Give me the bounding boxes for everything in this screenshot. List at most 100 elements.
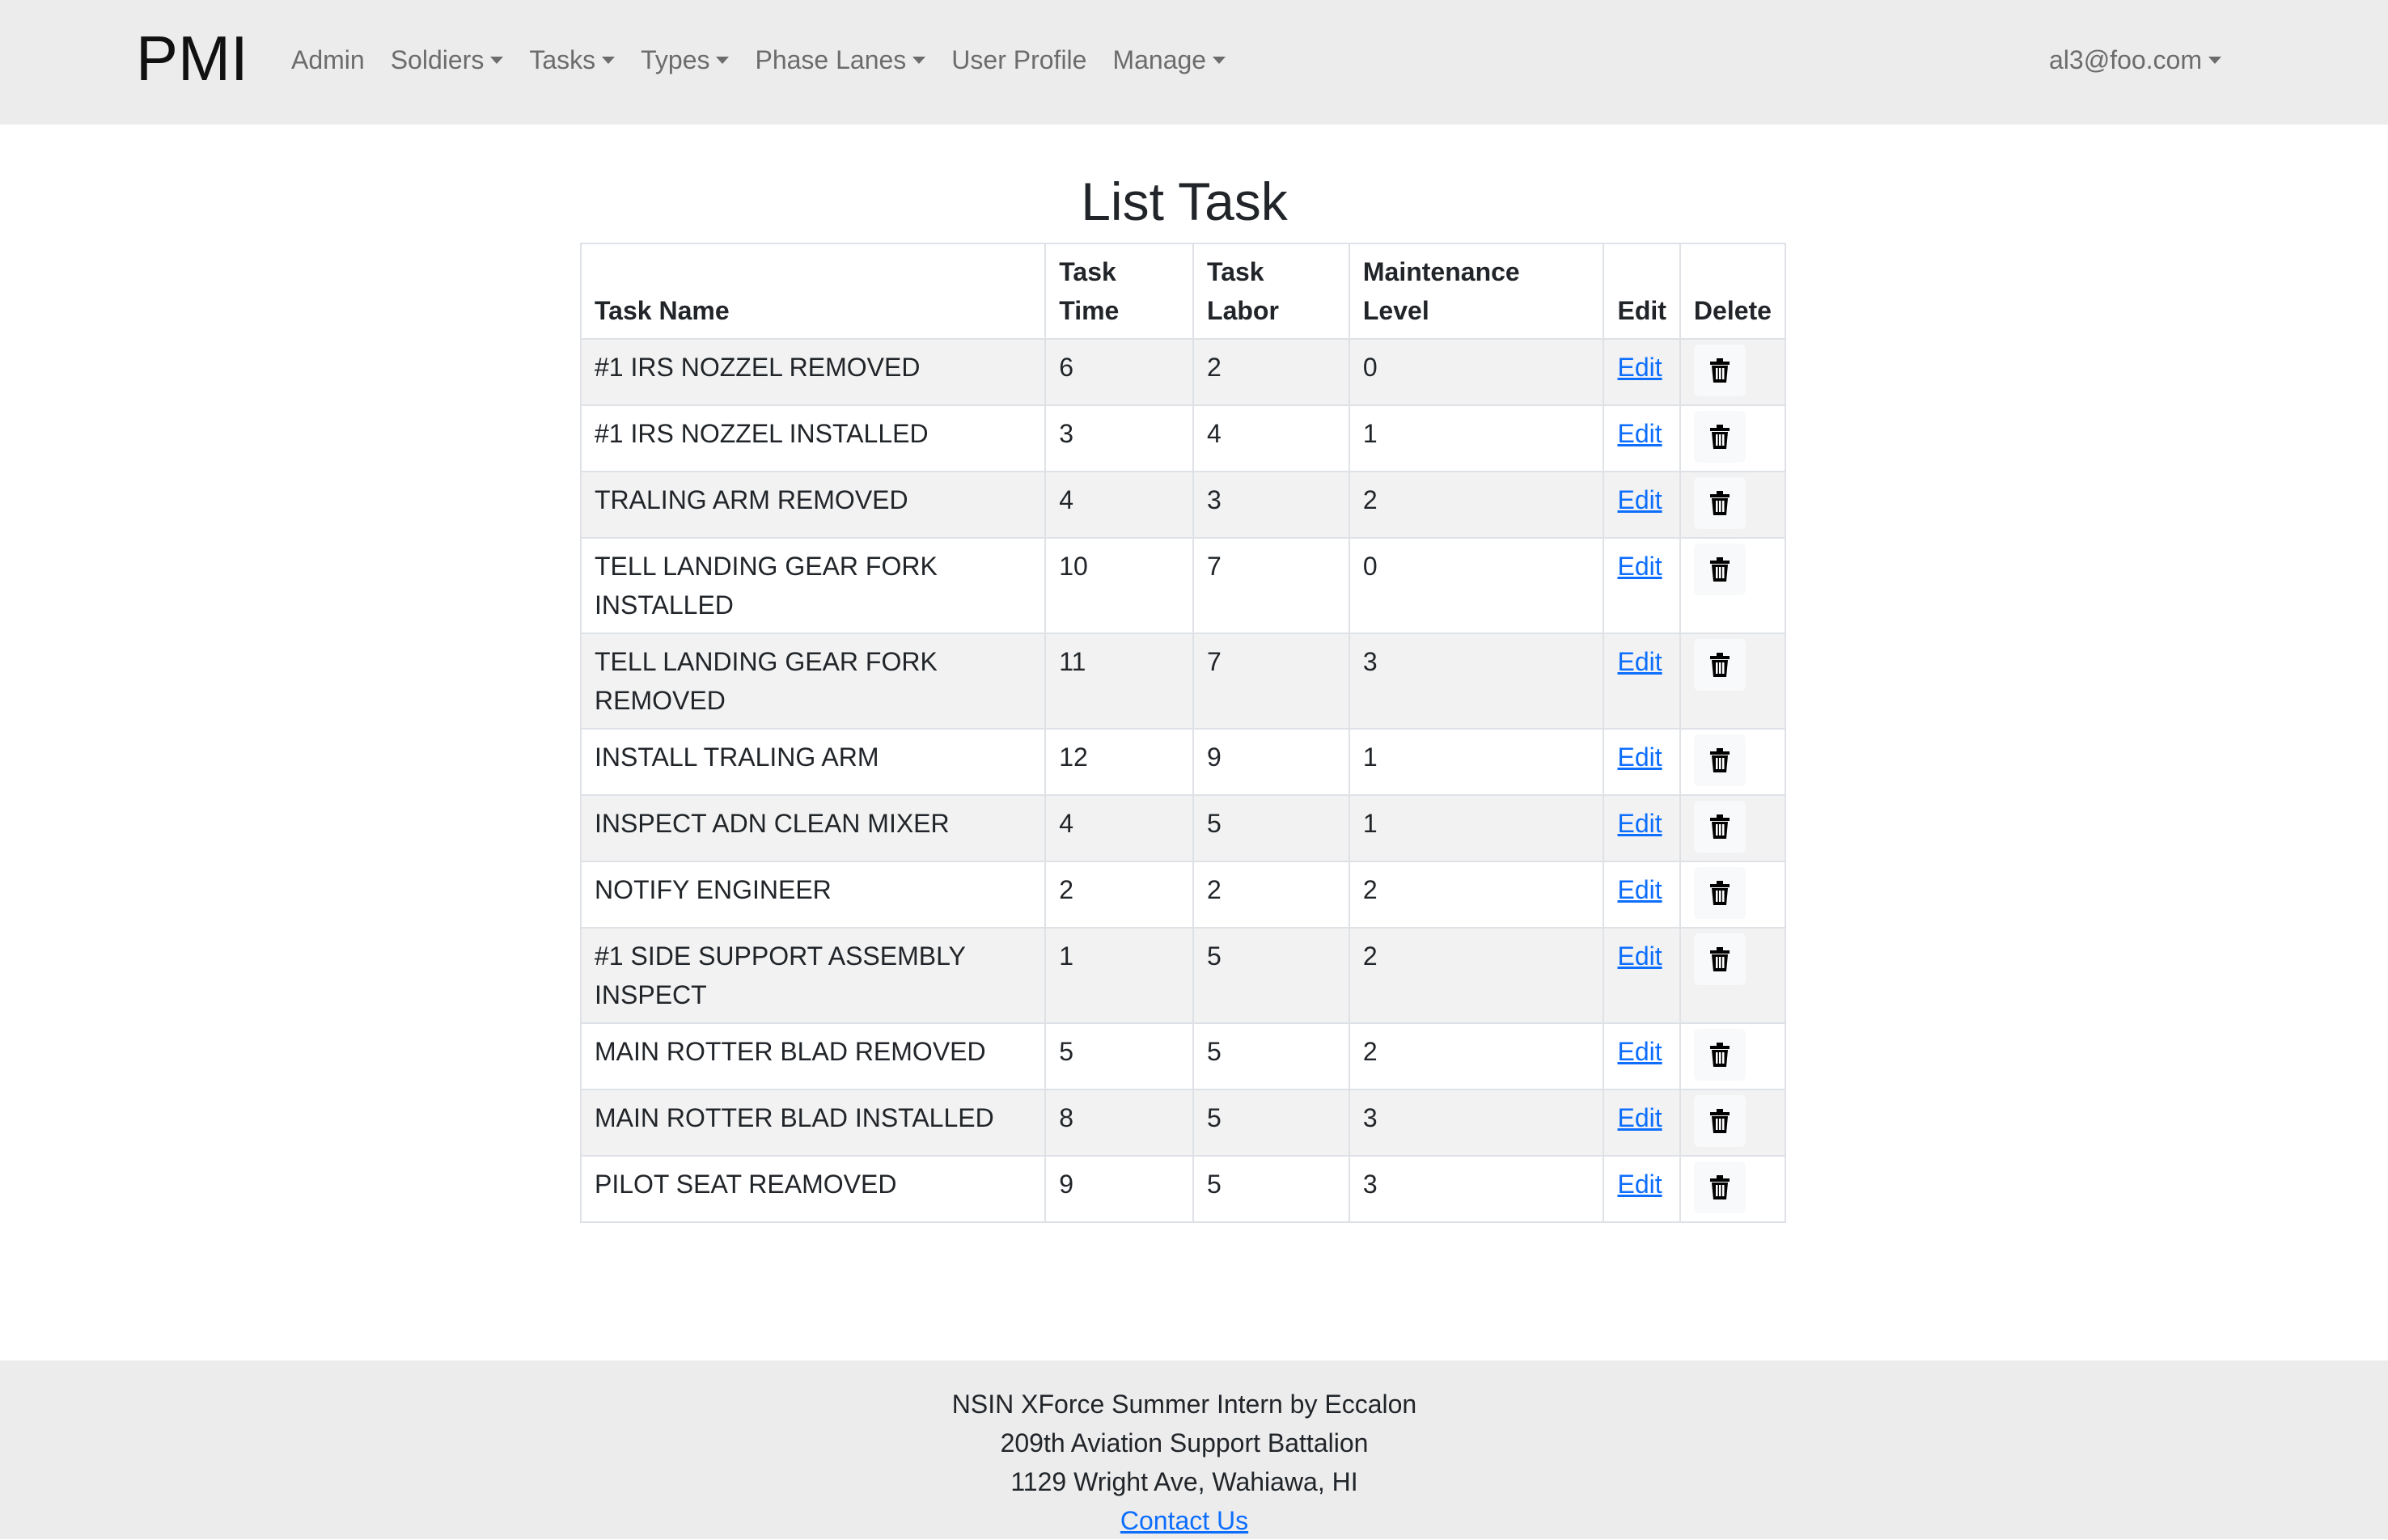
edit-link[interactable]: Edit bbox=[1617, 552, 1662, 581]
cell-task-name: MAIN ROTTER BLAD INSTALLED bbox=[579, 1089, 1047, 1157]
edit-link[interactable]: Edit bbox=[1617, 647, 1662, 676]
nav-menu: Admin Soldiers Tasks Types Phase Lanes U… bbox=[278, 36, 1238, 84]
cell-task-labor: 7 bbox=[1192, 537, 1350, 634]
cell-task-labor: 2 bbox=[1192, 861, 1350, 929]
cell-task-time: 4 bbox=[1044, 471, 1195, 539]
edit-link[interactable]: Edit bbox=[1617, 742, 1662, 772]
cell-task-labor: 7 bbox=[1192, 632, 1350, 730]
trash-icon bbox=[1709, 947, 1730, 971]
cell-delete bbox=[1679, 1155, 1787, 1223]
nav-user-profile[interactable]: User Profile bbox=[938, 36, 1099, 84]
cell-task-name: #1 SIDE SUPPORT ASSEMBLY INSPECT bbox=[579, 927, 1047, 1024]
footer-credit: NSIN XForce Summer Intern by Eccalon bbox=[951, 1390, 1417, 1419]
header-task-labor-line1: Task bbox=[1207, 257, 1264, 286]
cell-maintenance-level: 0 bbox=[1348, 537, 1605, 634]
edit-link[interactable]: Edit bbox=[1617, 485, 1662, 514]
cell-delete bbox=[1679, 927, 1787, 1024]
delete-button[interactable] bbox=[1693, 544, 1746, 595]
table-row: PILOT SEAT REAMOVED 9 5 3 Edit bbox=[579, 1155, 1787, 1223]
table-row: NOTIFY ENGINEER 2 2 2 Edit bbox=[579, 861, 1787, 929]
nav-soldiers-dropdown[interactable]: Soldiers bbox=[378, 36, 517, 84]
cell-task-time: 4 bbox=[1044, 794, 1195, 862]
delete-button[interactable] bbox=[1693, 639, 1746, 691]
edit-link[interactable]: Edit bbox=[1617, 875, 1662, 904]
table-row: TELL LANDING GEAR FORK INSTALLED 10 7 0 Edit bbox=[579, 537, 1787, 634]
cell-delete bbox=[1679, 632, 1787, 730]
delete-button[interactable] bbox=[1693, 477, 1746, 529]
trash-icon bbox=[1709, 358, 1730, 383]
delete-button[interactable] bbox=[1693, 734, 1746, 786]
brand-logo[interactable]: PMI bbox=[136, 18, 248, 99]
delete-button[interactable] bbox=[1693, 1029, 1746, 1081]
table-header-row: Task Name Task Time Task Labor Maintenance… bbox=[579, 243, 1787, 340]
trash-icon bbox=[1709, 1043, 1730, 1067]
cell-delete bbox=[1679, 794, 1787, 862]
cell-task-labor: 3 bbox=[1192, 471, 1350, 539]
edit-link[interactable]: Edit bbox=[1617, 809, 1662, 838]
delete-button[interactable] bbox=[1693, 933, 1746, 985]
delete-button[interactable] bbox=[1693, 801, 1746, 852]
nav-user-profile-label: User Profile bbox=[951, 45, 1087, 74]
nav-admin-label: Admin bbox=[291, 45, 365, 74]
cell-task-name: #1 IRS NOZZEL INSTALLED bbox=[579, 404, 1047, 472]
cell-task-name: PILOT SEAT REAMOVED bbox=[579, 1155, 1047, 1223]
header-maintenance-level-line2: Level bbox=[1362, 296, 1429, 325]
cell-task-name: NOTIFY ENGINEER bbox=[579, 861, 1047, 929]
nav-manage-dropdown[interactable]: Manage bbox=[1099, 36, 1238, 84]
nav-tasks-dropdown[interactable]: Tasks bbox=[516, 36, 628, 84]
caret-down-icon bbox=[490, 56, 504, 64]
caret-down-icon bbox=[716, 56, 730, 64]
cell-task-labor: 9 bbox=[1192, 728, 1350, 796]
cell-task-time: 1 bbox=[1044, 927, 1195, 1024]
edit-link[interactable]: Edit bbox=[1617, 1103, 1662, 1132]
nav-admin[interactable]: Admin bbox=[278, 36, 378, 84]
cell-maintenance-level: 2 bbox=[1348, 471, 1605, 539]
delete-button[interactable] bbox=[1693, 411, 1746, 463]
cell-edit: Edit bbox=[1603, 632, 1681, 730]
cell-delete bbox=[1679, 338, 1787, 406]
header-edit-label: Edit bbox=[1617, 296, 1666, 325]
trash-icon bbox=[1709, 653, 1730, 677]
edit-link[interactable]: Edit bbox=[1617, 353, 1662, 382]
cell-maintenance-level: 1 bbox=[1348, 794, 1605, 862]
cell-task-labor: 2 bbox=[1192, 338, 1350, 406]
nav-types-label: Types bbox=[641, 45, 710, 74]
cell-edit: Edit bbox=[1603, 927, 1681, 1024]
edit-link[interactable]: Edit bbox=[1617, 419, 1662, 448]
user-account-dropdown[interactable]: al3@foo.com bbox=[2036, 36, 2234, 84]
caret-down-icon bbox=[2208, 56, 2221, 64]
nav-types-dropdown[interactable]: Types bbox=[628, 36, 742, 84]
delete-button[interactable] bbox=[1693, 867, 1746, 919]
cell-task-time: 2 bbox=[1044, 861, 1195, 929]
task-table: Task Name Task Time Task Labor Maintenance… bbox=[579, 243, 1787, 1223]
cell-task-labor: 4 bbox=[1192, 404, 1350, 472]
cell-task-name: #1 IRS NOZZEL REMOVED bbox=[579, 338, 1047, 406]
cell-task-time: 10 bbox=[1044, 537, 1195, 634]
cell-task-name: TELL LANDING GEAR FORK REMOVED bbox=[579, 632, 1047, 730]
edit-link[interactable]: Edit bbox=[1617, 941, 1662, 971]
cell-maintenance-level: 2 bbox=[1348, 927, 1605, 1024]
table-row: INSPECT ADN CLEAN MIXER 4 5 1 Edit bbox=[579, 794, 1787, 862]
table-row: INSTALL TRALING ARM 12 9 1 Edit bbox=[579, 728, 1787, 796]
cell-delete bbox=[1679, 471, 1787, 539]
delete-button[interactable] bbox=[1693, 345, 1746, 396]
contact-us-link[interactable]: Contact Us bbox=[1120, 1506, 1248, 1535]
cell-edit: Edit bbox=[1603, 338, 1681, 406]
nav-phase-lanes-dropdown[interactable]: Phase Lanes bbox=[742, 36, 938, 84]
footer-address: 1129 Wright Ave, Wahiawa, HI bbox=[1010, 1467, 1358, 1496]
header-maintenance-level-line1: Maintenance bbox=[1362, 257, 1520, 286]
cell-task-time: 5 bbox=[1044, 1022, 1195, 1090]
cell-maintenance-level: 3 bbox=[1348, 632, 1605, 730]
cell-task-time: 11 bbox=[1044, 632, 1195, 730]
edit-link[interactable]: Edit bbox=[1617, 1037, 1662, 1066]
delete-button[interactable] bbox=[1693, 1161, 1746, 1213]
table-row: MAIN ROTTER BLAD REMOVED 5 5 2 Edit bbox=[579, 1022, 1787, 1090]
nav-phase-lanes-label: Phase Lanes bbox=[755, 45, 907, 74]
cell-task-labor: 5 bbox=[1192, 1155, 1350, 1223]
delete-button[interactable] bbox=[1693, 1095, 1746, 1147]
header-edit: Edit bbox=[1603, 243, 1681, 340]
cell-task-labor: 5 bbox=[1192, 927, 1350, 1024]
table-row: MAIN ROTTER BLAD INSTALLED 8 5 3 Edit bbox=[579, 1089, 1787, 1157]
edit-link[interactable]: Edit bbox=[1617, 1170, 1662, 1199]
cell-maintenance-level: 2 bbox=[1348, 1022, 1605, 1090]
